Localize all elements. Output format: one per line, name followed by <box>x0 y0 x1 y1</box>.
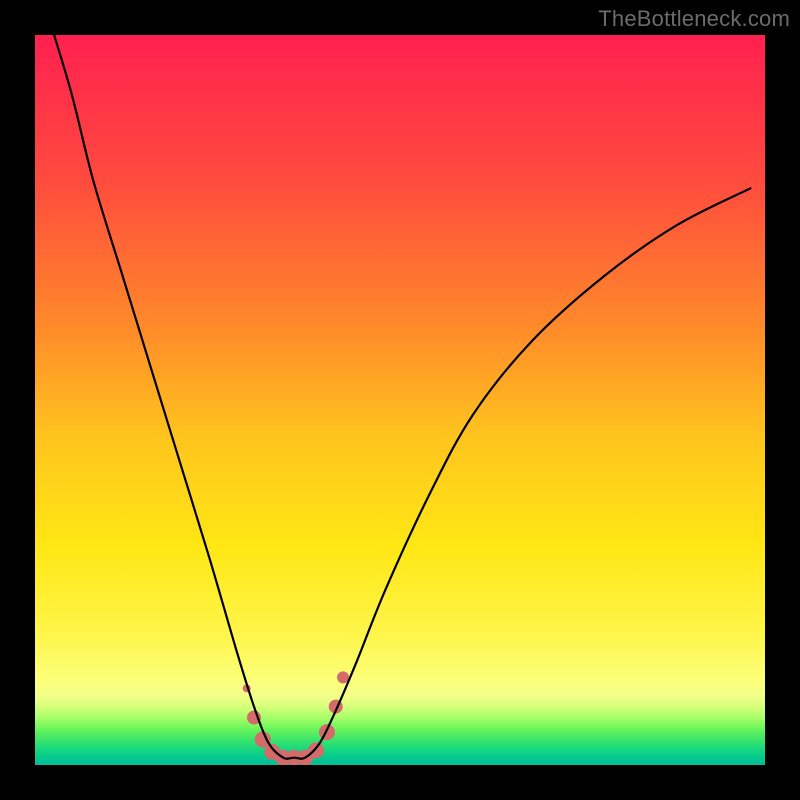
plot-area <box>35 35 765 765</box>
chart-frame: TheBottleneck.com <box>0 0 800 800</box>
bottleneck-chart <box>35 35 765 765</box>
watermark-text: TheBottleneck.com <box>598 6 790 32</box>
marker-dot <box>319 724 335 740</box>
gradient-background <box>35 35 765 765</box>
marker-dot <box>308 742 324 758</box>
